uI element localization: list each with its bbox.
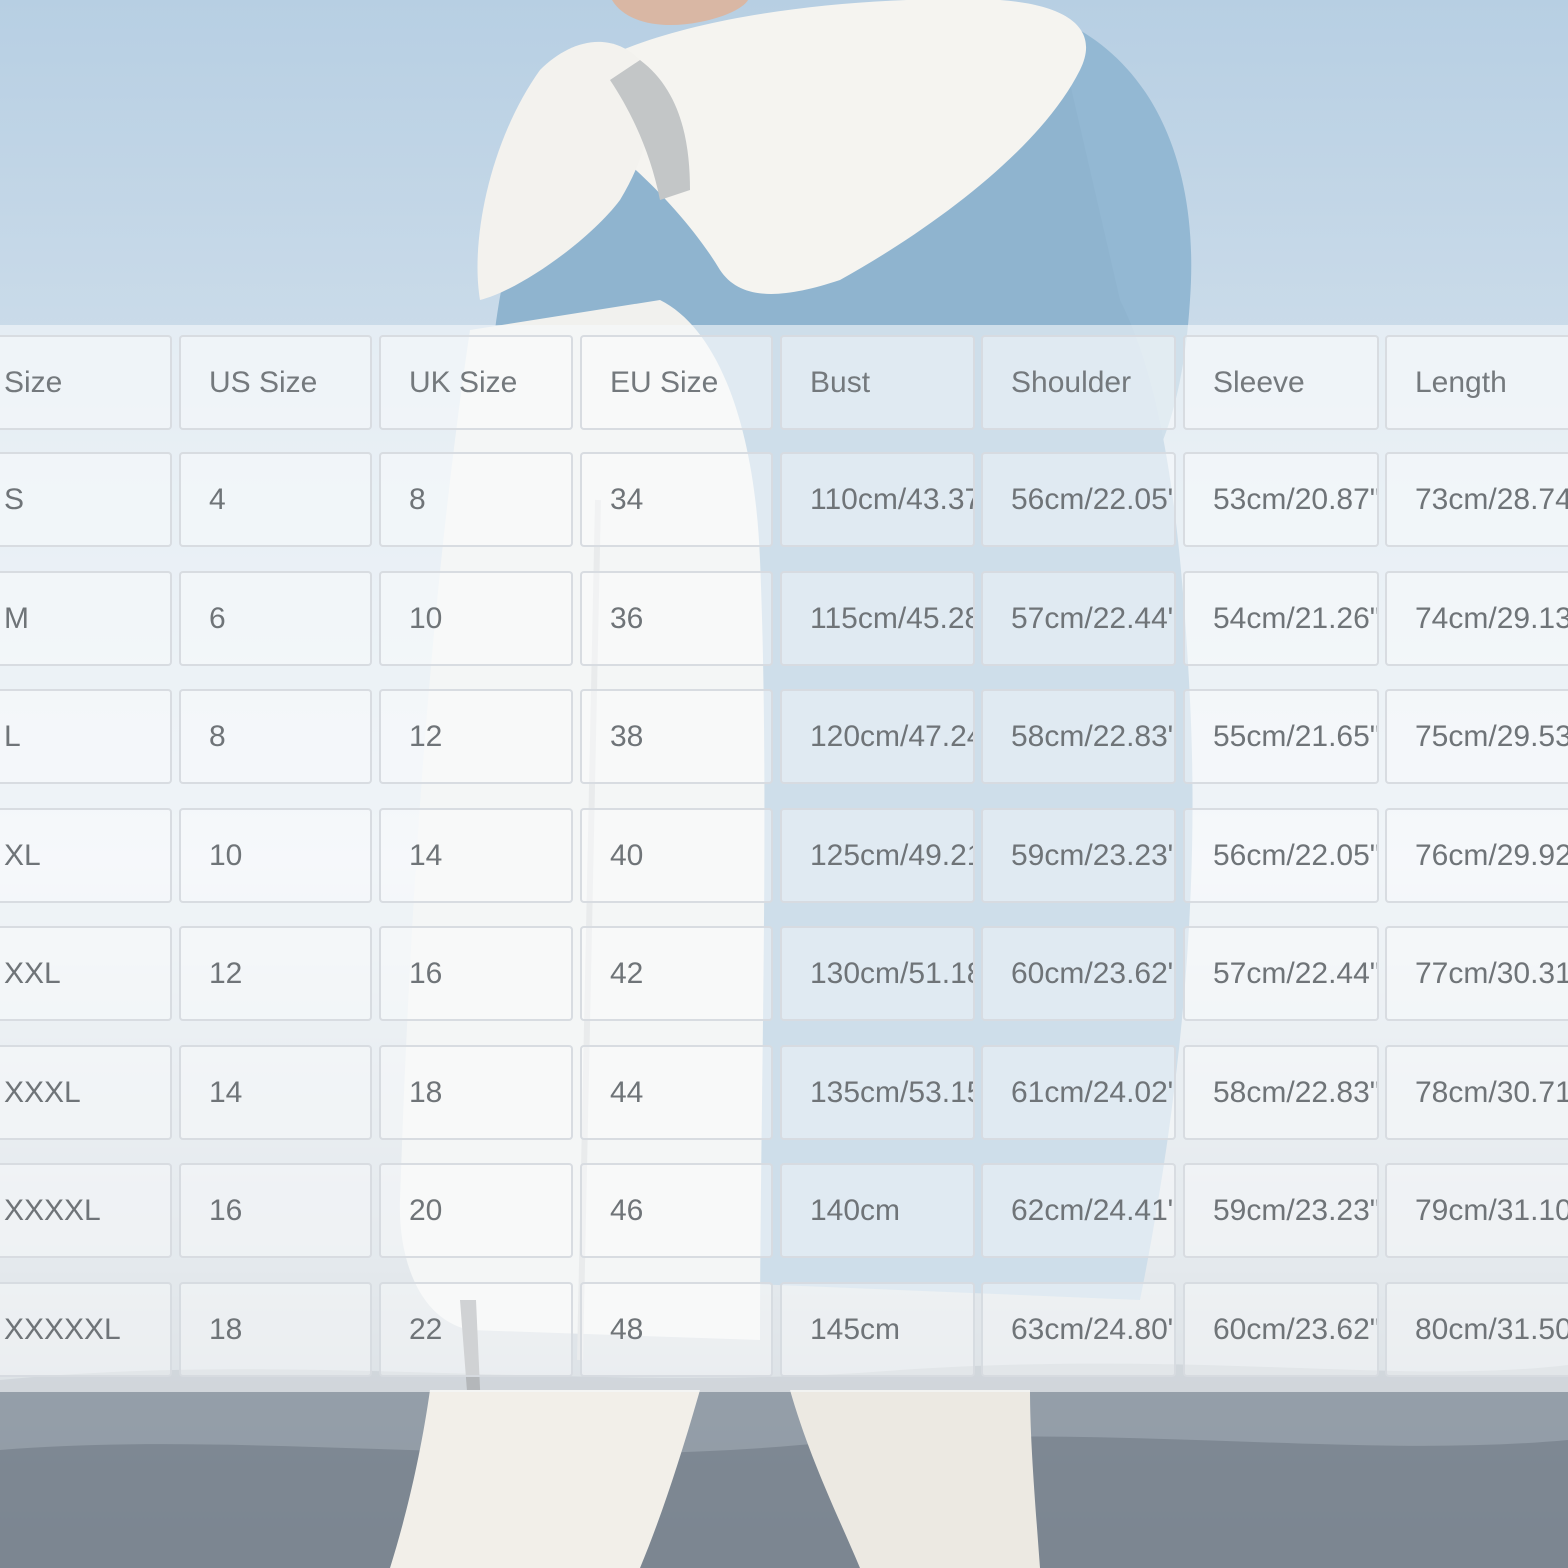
table-cell: 73cm/28.74" bbox=[1385, 452, 1568, 547]
table-cell: 140cm bbox=[780, 1163, 975, 1258]
table-cell: 57cm/22.44" bbox=[1183, 926, 1379, 1021]
table-cell: 115cm/45.28 bbox=[780, 571, 975, 666]
table-cell: 8 bbox=[179, 689, 372, 784]
table-header-cell: Sleeve bbox=[1183, 335, 1379, 430]
table-cell: 44 bbox=[580, 1045, 773, 1140]
table-header-cell: Length bbox=[1385, 335, 1568, 430]
table-header-cell: US Size bbox=[179, 335, 372, 430]
table-cell: XXXXXL bbox=[0, 1282, 172, 1377]
table-cell: 74cm/29.13" bbox=[1385, 571, 1568, 666]
table-cell: 59cm/23.23" bbox=[1183, 1163, 1379, 1258]
table-cell: 125cm/49.21 bbox=[780, 808, 975, 903]
table-header-cell: EU Size bbox=[580, 335, 773, 430]
table-cell: 56cm/22.05" bbox=[981, 452, 1176, 547]
table-header-cell: Bust bbox=[780, 335, 975, 430]
table-cell: M bbox=[0, 571, 172, 666]
table-cell: 34 bbox=[580, 452, 773, 547]
table-cell: 40 bbox=[580, 808, 773, 903]
table-cell: 12 bbox=[179, 926, 372, 1021]
table-cell: XXXL bbox=[0, 1045, 172, 1140]
table-cell: 10 bbox=[379, 571, 573, 666]
table-cell: 10 bbox=[179, 808, 372, 903]
table-cell: 6 bbox=[179, 571, 372, 666]
table-cell: 60cm/23.62" bbox=[981, 926, 1176, 1021]
table-cell: 59cm/23.23" bbox=[981, 808, 1176, 903]
table-cell: 77cm/30.31" bbox=[1385, 926, 1568, 1021]
table-cell: 75cm/29.53" bbox=[1385, 689, 1568, 784]
table-cell: 18 bbox=[179, 1282, 372, 1377]
table-header-cell: Shoulder bbox=[981, 335, 1176, 430]
table-cell: 36 bbox=[580, 571, 773, 666]
table-cell: 16 bbox=[179, 1163, 372, 1258]
table-cell: 76cm/29.92" bbox=[1385, 808, 1568, 903]
table-cell: 14 bbox=[179, 1045, 372, 1140]
table-cell: 135cm/53.15 bbox=[780, 1045, 975, 1140]
table-cell: 56cm/22.05" bbox=[1183, 808, 1379, 903]
table-cell: 57cm/22.44" bbox=[981, 571, 1176, 666]
size-chart-table: Size US Size UK Size EU Size Bust Shoulder Sle… bbox=[0, 325, 1568, 1392]
table-cell: 16 bbox=[379, 926, 573, 1021]
table-header-cell: Size bbox=[0, 335, 172, 430]
table-cell: 63cm/24.80" bbox=[981, 1282, 1176, 1377]
table-cell: 55cm/21.65" bbox=[1183, 689, 1379, 784]
table-cell: 12 bbox=[379, 689, 573, 784]
table-cell: 20 bbox=[379, 1163, 573, 1258]
table-cell: 4 bbox=[179, 452, 372, 547]
table-cell: L bbox=[0, 689, 172, 784]
table-cell: 110cm/43.37 bbox=[780, 452, 975, 547]
table-cell: XL bbox=[0, 808, 172, 903]
table-cell: 14 bbox=[379, 808, 573, 903]
table-cell: 62cm/24.41" bbox=[981, 1163, 1176, 1258]
table-cell: 8 bbox=[379, 452, 573, 547]
table-cell: 80cm/31.50" bbox=[1385, 1282, 1568, 1377]
table-cell: 58cm/22.83" bbox=[1183, 1045, 1379, 1140]
table-cell: 18 bbox=[379, 1045, 573, 1140]
table-cell: 60cm/23.62" bbox=[1183, 1282, 1379, 1377]
table-cell: 79cm/31.10" bbox=[1385, 1163, 1568, 1258]
table-cell: XXL bbox=[0, 926, 172, 1021]
table-cell: 42 bbox=[580, 926, 773, 1021]
table-cell: 53cm/20.87" bbox=[1183, 452, 1379, 547]
table-cell: 46 bbox=[580, 1163, 773, 1258]
table-cell: 78cm/30.71" bbox=[1385, 1045, 1568, 1140]
table-cell: 61cm/24.02" bbox=[981, 1045, 1176, 1140]
table-cell: S bbox=[0, 452, 172, 547]
table-cell: 58cm/22.83" bbox=[981, 689, 1176, 784]
table-cell: 48 bbox=[580, 1282, 773, 1377]
table-cell: 120cm/47.24 bbox=[780, 689, 975, 784]
table-cell: 130cm/51.18 bbox=[780, 926, 975, 1021]
table-header-cell: UK Size bbox=[379, 335, 573, 430]
table-cell: 145cm bbox=[780, 1282, 975, 1377]
table-cell: 54cm/21.26" bbox=[1183, 571, 1379, 666]
table-cell: XXXXL bbox=[0, 1163, 172, 1258]
table-cell: 38 bbox=[580, 689, 773, 784]
table-cell: 22 bbox=[379, 1282, 573, 1377]
